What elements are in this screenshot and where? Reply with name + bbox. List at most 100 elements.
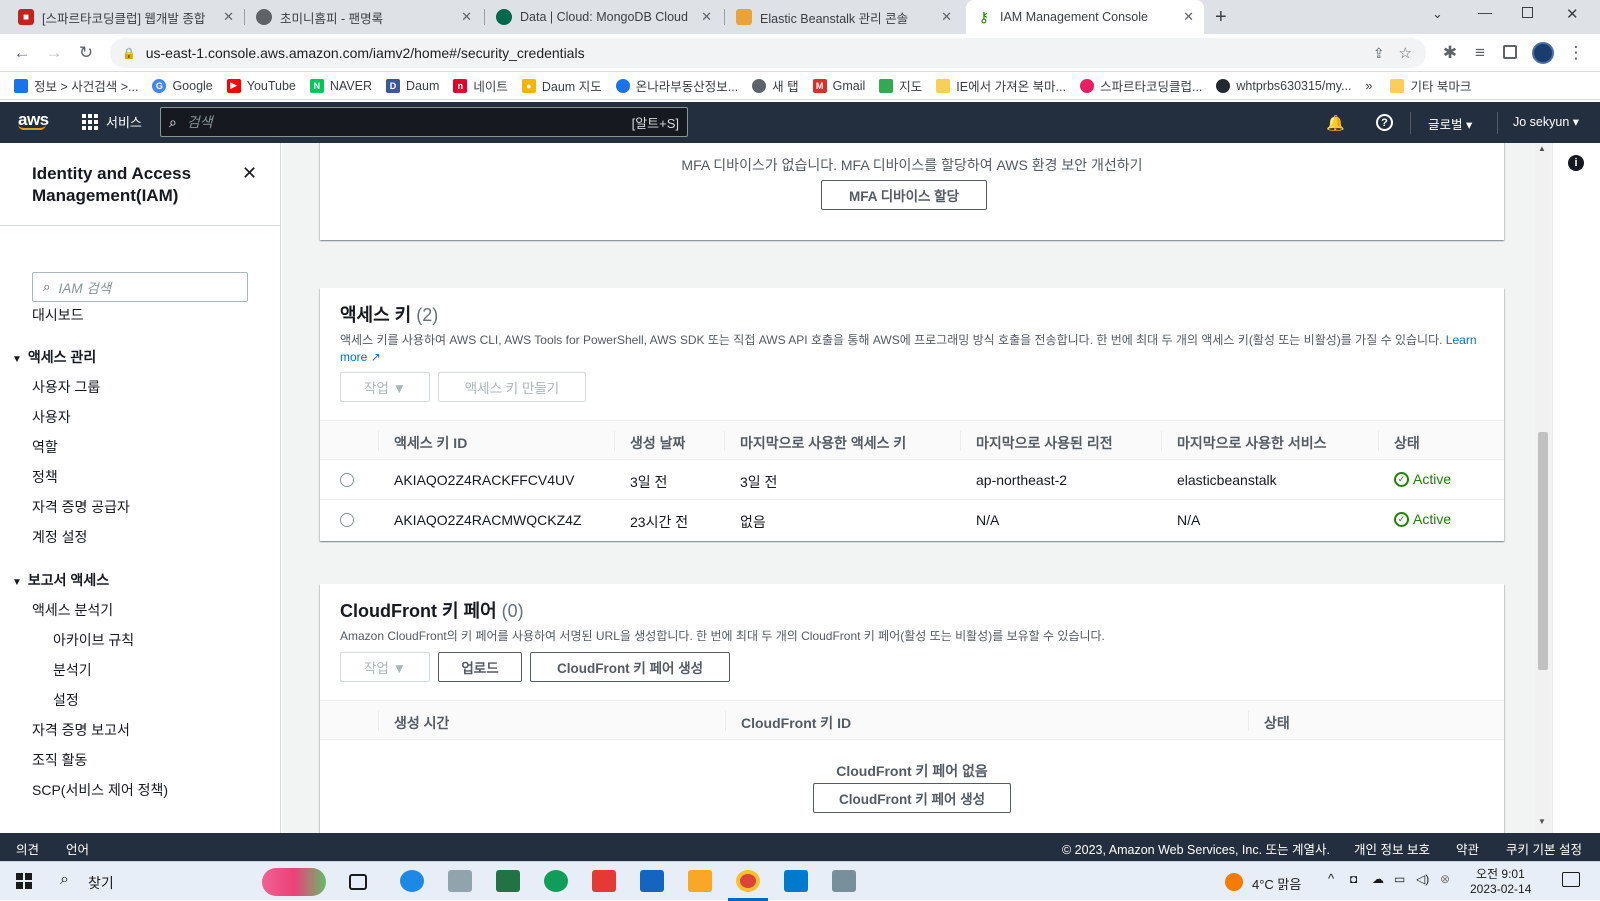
windows-start-icon[interactable] (16, 873, 32, 889)
column-header-key-id[interactable]: 액세스 키 ID (394, 433, 467, 453)
access-keys-actions-button[interactable]: 작업 ▼ (340, 372, 430, 402)
task-view-icon[interactable] (349, 874, 367, 890)
sidebar-item-analyzer-settings[interactable]: 설정 (53, 690, 79, 710)
chrome-icon[interactable] (736, 870, 760, 892)
bookmark-item[interactable]: ▶ YouTube (226, 78, 296, 93)
bookmark-item[interactable]: G Google (152, 78, 213, 93)
reading-list-icon[interactable]: ≡ (1470, 43, 1490, 63)
close-tab-icon[interactable]: ✕ (941, 9, 952, 25)
region-selector[interactable]: 글로벌 ▾ (1428, 114, 1472, 133)
address-bar[interactable]: 🔒 us-east-1.console.aws.amazon.com/iamv2… (110, 38, 1426, 68)
close-tab-icon[interactable]: ✕ (461, 9, 472, 25)
taskbar-search-box[interactable]: 찾기 (88, 873, 114, 893)
close-tab-icon[interactable]: ✕ (1183, 9, 1194, 25)
table-row[interactable]: AKIAQO2Z4RACKFFCV4UV 3일 전 3일 전 ap-northe… (320, 460, 1504, 500)
bookmark-item[interactable]: IE에서 가져온 북마... (936, 76, 1066, 95)
feedback-link[interactable]: 의견 (16, 839, 39, 858)
notepad-icon[interactable] (832, 870, 856, 892)
cookie-preferences-link[interactable]: 쿠키 기본 설정 (1506, 839, 1582, 858)
sidebar-item-archive-rules[interactable]: 아카이브 규칙 (53, 630, 134, 650)
scroll-down-arrow-icon[interactable]: ▼ (1538, 817, 1546, 826)
file-explorer-icon[interactable] (688, 870, 712, 892)
terms-link[interactable]: 약관 (1456, 839, 1479, 858)
sidebar-title[interactable]: Identity and Access Management(IAM) (32, 163, 242, 207)
bookmark-item[interactable]: n 네이트 (453, 76, 508, 95)
forward-arrow-icon[interactable]: → (44, 43, 64, 63)
extensions-puzzle-icon[interactable]: ✱ (1440, 43, 1460, 63)
row-select-radio[interactable] (340, 513, 354, 527)
table-row[interactable]: AKIAQO2Z4RACMWQCKZ4Z 23시간 전 없음 N/A N/A ✓… (320, 500, 1504, 540)
column-header-created[interactable]: 생성 날짜 (630, 433, 685, 453)
onedrive-cloud-icon[interactable]: ☁ (1372, 872, 1384, 886)
share-icon[interactable]: ⇪ (1373, 45, 1385, 62)
bookmark-item[interactable]: 지도 (879, 76, 922, 95)
reload-icon[interactable]: ↻ (76, 43, 96, 63)
empty-state-create-key-pair-button[interactable]: CloudFront 키 페어 생성 (813, 783, 1011, 813)
scroll-up-arrow-icon[interactable]: ▲ (1538, 144, 1546, 153)
sidebar-section-access-management[interactable]: ▼ 액세스 관리 (12, 347, 96, 367)
bookmark-item[interactable]: 정보 > 사건검색 >... (14, 76, 138, 95)
sidebar-item-organization-activity[interactable]: 조직 활동 (32, 750, 87, 770)
services-menu-button[interactable]: 서비스 (82, 112, 142, 131)
iam-search-input[interactable]: ⌕ IAM 검색 (32, 272, 248, 302)
close-sidebar-icon[interactable]: ✕ (242, 163, 257, 184)
paint-icon[interactable] (448, 870, 472, 892)
language-link[interactable]: 언어 (66, 839, 89, 858)
clock-date[interactable]: 2023-02-14 (1470, 882, 1531, 896)
browser-tab-3[interactable]: Data | Cloud: MongoDB Cloud ✕ (486, 0, 722, 34)
sidebar-item-users[interactable]: 사용자 (32, 407, 71, 427)
notifications-bell-icon[interactable]: 🔔 (1326, 114, 1345, 132)
bookmark-item[interactable]: M Gmail (812, 78, 865, 93)
tray-app-icon[interactable]: ◘ (1350, 872, 1357, 886)
notifications-icon[interactable] (1562, 872, 1580, 887)
bookmark-item[interactable]: 새 탭 (752, 76, 799, 95)
column-header-last-service[interactable]: 마지막으로 사용한 서비스 (1177, 433, 1326, 453)
internet-explorer-icon[interactable] (400, 870, 424, 892)
vscode-icon[interactable] (784, 870, 808, 892)
pdf-app-icon[interactable] (592, 870, 616, 892)
sidebar-item-roles[interactable]: 역할 (32, 437, 58, 457)
sidebar-item-credential-report[interactable]: 자격 증명 보고서 (32, 720, 130, 740)
clock-time[interactable]: 오전 9:01 (1476, 865, 1525, 882)
browser-tab-1[interactable]: ■ [스파르타코딩클럽] 웹개발 종합 ✕ (8, 0, 244, 34)
assign-mfa-button[interactable]: MFA 디바이스 할당 (821, 180, 987, 210)
excel-icon[interactable] (496, 870, 520, 892)
column-header-status[interactable]: 상태 (1394, 433, 1420, 453)
edge-icon[interactable] (544, 870, 568, 892)
weather-text[interactable]: 4°C 맑음 (1252, 874, 1301, 893)
back-arrow-icon[interactable]: ← (12, 43, 32, 63)
info-icon[interactable]: i (1568, 155, 1584, 171)
sidebar-section-access-reports[interactable]: ▼ 보고서 액세스 (12, 570, 109, 590)
column-header-last-region[interactable]: 마지막으로 사용된 리전 (976, 433, 1113, 453)
column-header-created-time[interactable]: 생성 시간 (394, 713, 449, 733)
new-tab-icon[interactable]: + (1215, 6, 1227, 29)
sidebar-item-dashboard[interactable]: 대시보드 (32, 305, 84, 325)
side-panel-icon[interactable] (1503, 45, 1517, 59)
bookmark-item[interactable]: 온나라부동산정보... (615, 76, 738, 95)
sidebar-item-policies[interactable]: 정책 (32, 467, 58, 487)
tab-search-chevron-icon[interactable]: ⌄ (1432, 6, 1443, 22)
bookmark-item[interactable]: 스파르타코딩클럽... (1079, 76, 1202, 95)
help-icon[interactable]: ? (1376, 114, 1393, 131)
tray-chevron-up-icon[interactable]: ^ (1328, 871, 1334, 886)
close-window-icon[interactable]: ✕ (1566, 5, 1579, 23)
bookmarks-overflow-button[interactable]: » (1366, 79, 1373, 93)
column-header-cloudfront-key-id[interactable]: CloudFront 키 ID (741, 713, 851, 733)
aws-search-input[interactable]: ⌕ 검색 [알트+S] (160, 107, 688, 137)
sidebar-item-account-settings[interactable]: 계정 설정 (32, 527, 87, 547)
bookmark-item[interactable]: whtprbs630315/my... (1216, 78, 1352, 93)
close-tab-icon[interactable]: ✕ (701, 9, 712, 25)
browser-tab-5-active[interactable]: ⚷ IAM Management Console ✕ (966, 0, 1204, 34)
ime-icon[interactable]: ⊗ (1440, 872, 1450, 886)
sidebar-item-identity-providers[interactable]: 자격 증명 공급자 (32, 497, 130, 517)
sidebar-item-analyzers[interactable]: 분석기 (53, 660, 92, 680)
bookmark-item[interactable]: ● Daum 지도 (521, 76, 602, 95)
bookmark-star-icon[interactable]: ☆ (1399, 44, 1412, 62)
sidebar-item-user-groups[interactable]: 사용자 그룹 (32, 377, 100, 397)
restore-icon[interactable] (1522, 7, 1533, 18)
chrome-menu-icon[interactable]: ⋮ (1566, 43, 1586, 63)
bookmark-item[interactable]: D Daum (386, 78, 439, 93)
bookmark-item[interactable]: N NAVER (309, 78, 372, 93)
search-icon[interactable]: ⌕ (60, 871, 69, 889)
volume-icon[interactable]: ◁) (1416, 872, 1429, 886)
